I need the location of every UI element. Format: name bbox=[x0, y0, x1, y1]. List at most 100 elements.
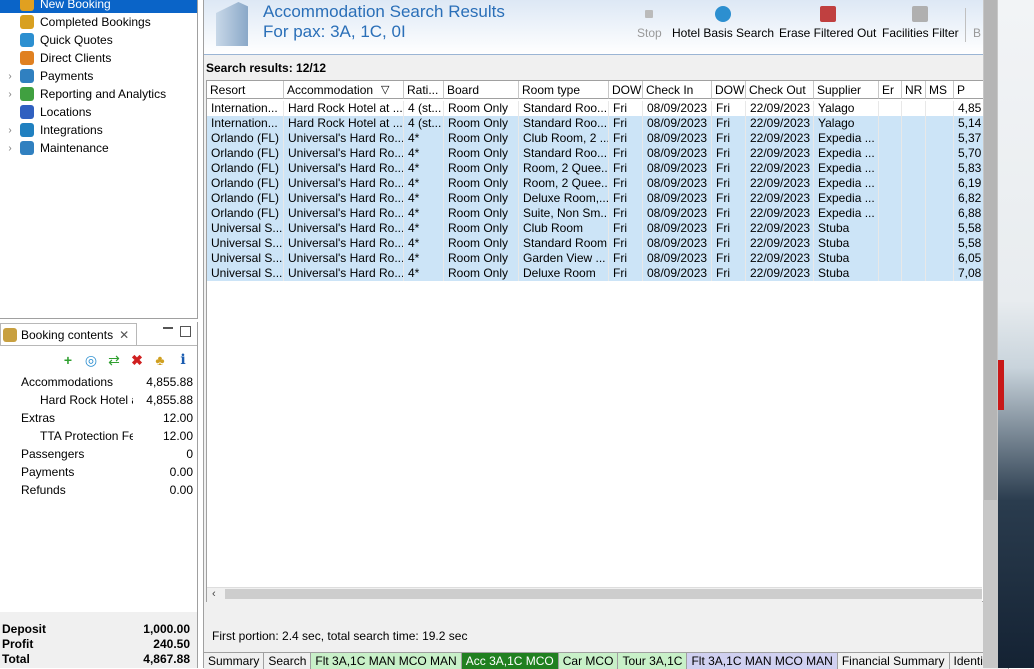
expand-icon[interactable]: › bbox=[0, 71, 20, 82]
table-cell: Orlando (FL) bbox=[207, 191, 284, 206]
column-header[interactable]: DOW bbox=[712, 81, 746, 99]
column-header[interactable]: Supplier bbox=[814, 81, 879, 99]
tab-summary[interactable]: Summary bbox=[204, 653, 265, 669]
table-cell: Universal's Hard Ro... bbox=[284, 236, 404, 251]
palm-icon[interactable]: ♣ bbox=[152, 352, 168, 368]
table-cell: Fri bbox=[609, 161, 643, 176]
nav-item-label: Payments bbox=[40, 69, 94, 83]
nav-item-payments[interactable]: › Payments bbox=[0, 67, 197, 85]
table-cell bbox=[902, 236, 926, 251]
delete-icon[interactable]: ✖ bbox=[129, 352, 145, 368]
tab-car-mco[interactable]: Car MCO bbox=[558, 653, 619, 669]
table-cell bbox=[879, 191, 902, 206]
table-cell: Universal S... bbox=[207, 266, 284, 281]
nav-item-new-booking[interactable]: New Booking bbox=[0, 0, 197, 13]
column-header[interactable]: Check Out bbox=[746, 81, 814, 99]
table-cell: Fri bbox=[712, 146, 746, 161]
nav-item-integrations[interactable]: › Integrations bbox=[0, 121, 197, 139]
user-icon bbox=[20, 51, 34, 65]
table-cell bbox=[926, 266, 954, 281]
booking-row[interactable]: Hard Rock Hotel at Universal 4,855.88 bbox=[0, 391, 193, 409]
column-header[interactable]: MS bbox=[926, 81, 954, 99]
booking-contents-tab[interactable]: Booking contents ✕ bbox=[0, 323, 137, 346]
minimize-icon[interactable] bbox=[163, 327, 173, 329]
table-row[interactable]: Universal S... Universal's Hard Ro... 4* Ro… bbox=[207, 251, 983, 266]
vertical-scroll-thumb[interactable] bbox=[984, 0, 997, 500]
total-total: Total 4,867.88 bbox=[2, 652, 190, 667]
table-row[interactable]: Internation... Hard Rock Hotel at ... 4 (s… bbox=[207, 101, 983, 116]
column-header[interactable]: Check In bbox=[643, 81, 712, 99]
overflow-button[interactable]: B bbox=[973, 26, 981, 40]
tab-acc-3a-1c-mco[interactable]: Acc 3A,1C MCO bbox=[461, 653, 559, 669]
booking-row[interactable]: Passengers 0 bbox=[0, 445, 193, 463]
maximize-icon[interactable] bbox=[180, 326, 191, 337]
table-row[interactable]: Orlando (FL) Universal's Hard Ro... 4* Room… bbox=[207, 131, 983, 146]
nav-item-reporting-and-analytics[interactable]: › Reporting and Analytics bbox=[0, 85, 197, 103]
nav-item-direct-clients[interactable]: Direct Clients bbox=[0, 49, 197, 67]
tab-flt-3a-1c-man-mco-man[interactable]: Flt 3A,1C MAN MCO MAN bbox=[311, 653, 462, 669]
column-header[interactable]: NR bbox=[902, 81, 926, 99]
refresh-icon[interactable]: ◎ bbox=[83, 352, 99, 368]
nav-item-completed-bookings[interactable]: Completed Bookings bbox=[0, 13, 197, 31]
column-header[interactable]: P bbox=[954, 81, 983, 99]
table-row[interactable]: Orlando (FL) Universal's Hard Ro... 4* Room… bbox=[207, 146, 983, 161]
facilities-filter-button[interactable]: Facilities Filter bbox=[882, 6, 959, 40]
booking-row[interactable]: Payments 0.00 bbox=[0, 463, 193, 481]
expand-icon[interactable]: › bbox=[0, 143, 20, 154]
tab-search[interactable]: Search bbox=[264, 653, 312, 669]
table-cell bbox=[926, 146, 954, 161]
filter-icon[interactable]: ▽ bbox=[381, 83, 389, 96]
table-cell: 08/09/2023 bbox=[643, 101, 712, 116]
nav-item-maintenance[interactable]: › Maintenance bbox=[0, 139, 197, 157]
scroll-left-icon[interactable]: ‹ bbox=[212, 588, 216, 600]
add-icon[interactable]: + bbox=[60, 352, 76, 368]
erase-filtered-out-button[interactable]: Erase Filtered Out bbox=[779, 6, 876, 40]
table-cell: Universal S... bbox=[207, 236, 284, 251]
nav-item-locations[interactable]: Locations bbox=[0, 103, 197, 121]
booking-row[interactable]: Refunds 0.00 bbox=[0, 481, 193, 499]
booking-row[interactable]: Accommodations 4,855.88 bbox=[0, 373, 193, 391]
stop-button[interactable]: Stop bbox=[637, 6, 662, 40]
table-row[interactable]: Orlando (FL) Universal's Hard Ro... 4* Room… bbox=[207, 176, 983, 191]
table-cell bbox=[926, 176, 954, 191]
booking-row[interactable]: Extras 12.00 bbox=[0, 409, 193, 427]
column-header[interactable]: Rati... bbox=[404, 81, 444, 99]
transfer-icon[interactable]: ⇄ bbox=[106, 352, 122, 368]
table-cell: 6,88 bbox=[954, 206, 983, 221]
column-header[interactable]: Room type bbox=[519, 81, 609, 99]
horizontal-scroll-thumb[interactable] bbox=[225, 589, 982, 599]
table-row[interactable]: Universal S... Universal's Hard Ro... 4* Ro… bbox=[207, 266, 983, 281]
column-header[interactable]: Resort bbox=[207, 81, 284, 99]
table-cell: 7,08 bbox=[954, 266, 983, 281]
tab-flt-3a-1c-man-mco-man[interactable]: Flt 3A,1C MAN MCO MAN bbox=[687, 653, 838, 669]
table-cell: 4* bbox=[404, 146, 444, 161]
table-cell: 22/09/2023 bbox=[746, 176, 814, 191]
table-cell: Standard Room bbox=[519, 236, 609, 251]
table-cell bbox=[902, 251, 926, 266]
table-row[interactable]: Internation... Hard Rock Hotel at ... 4 (s… bbox=[207, 116, 983, 131]
table-cell: Orlando (FL) bbox=[207, 206, 284, 221]
tab-financial-summary[interactable]: Financial Summary bbox=[837, 653, 950, 669]
close-icon[interactable]: ✕ bbox=[119, 328, 129, 342]
table-cell: 5,37 bbox=[954, 131, 983, 146]
table-row[interactable]: Universal S... Universal's Hard Ro... 4* Ro… bbox=[207, 236, 983, 251]
table-cell bbox=[926, 206, 954, 221]
tab-tour-3a-1c[interactable]: Tour 3A,1C bbox=[618, 653, 688, 669]
table-row[interactable]: Universal S... Universal's Hard Ro... 4* Ro… bbox=[207, 221, 983, 236]
table-row[interactable]: Orlando (FL) Universal's Hard Ro... 4* Room… bbox=[207, 191, 983, 206]
nav-item-quick-quotes[interactable]: Quick Quotes bbox=[0, 31, 197, 49]
table-cell: Hard Rock Hotel at ... bbox=[284, 101, 404, 116]
table-cell: Expedia ... bbox=[814, 206, 879, 221]
expand-icon[interactable]: › bbox=[0, 125, 20, 136]
table-cell: Fri bbox=[609, 221, 643, 236]
table-cell: Standard Roo... bbox=[519, 101, 609, 116]
expand-icon[interactable]: › bbox=[0, 89, 20, 100]
booking-row[interactable]: TTA Protection Fee 12.00 bbox=[0, 427, 193, 445]
column-header[interactable]: Board bbox=[444, 81, 519, 99]
column-header[interactable]: Er bbox=[879, 81, 902, 99]
column-header[interactable]: DOW bbox=[609, 81, 643, 99]
table-row[interactable]: Orlando (FL) Universal's Hard Ro... 4* Room… bbox=[207, 161, 983, 176]
table-row[interactable]: Orlando (FL) Universal's Hard Ro... 4* Room… bbox=[207, 206, 983, 221]
hotel-basis-search-button[interactable]: Hotel Basis Search bbox=[672, 6, 774, 40]
info-icon[interactable]: i bbox=[175, 352, 191, 368]
